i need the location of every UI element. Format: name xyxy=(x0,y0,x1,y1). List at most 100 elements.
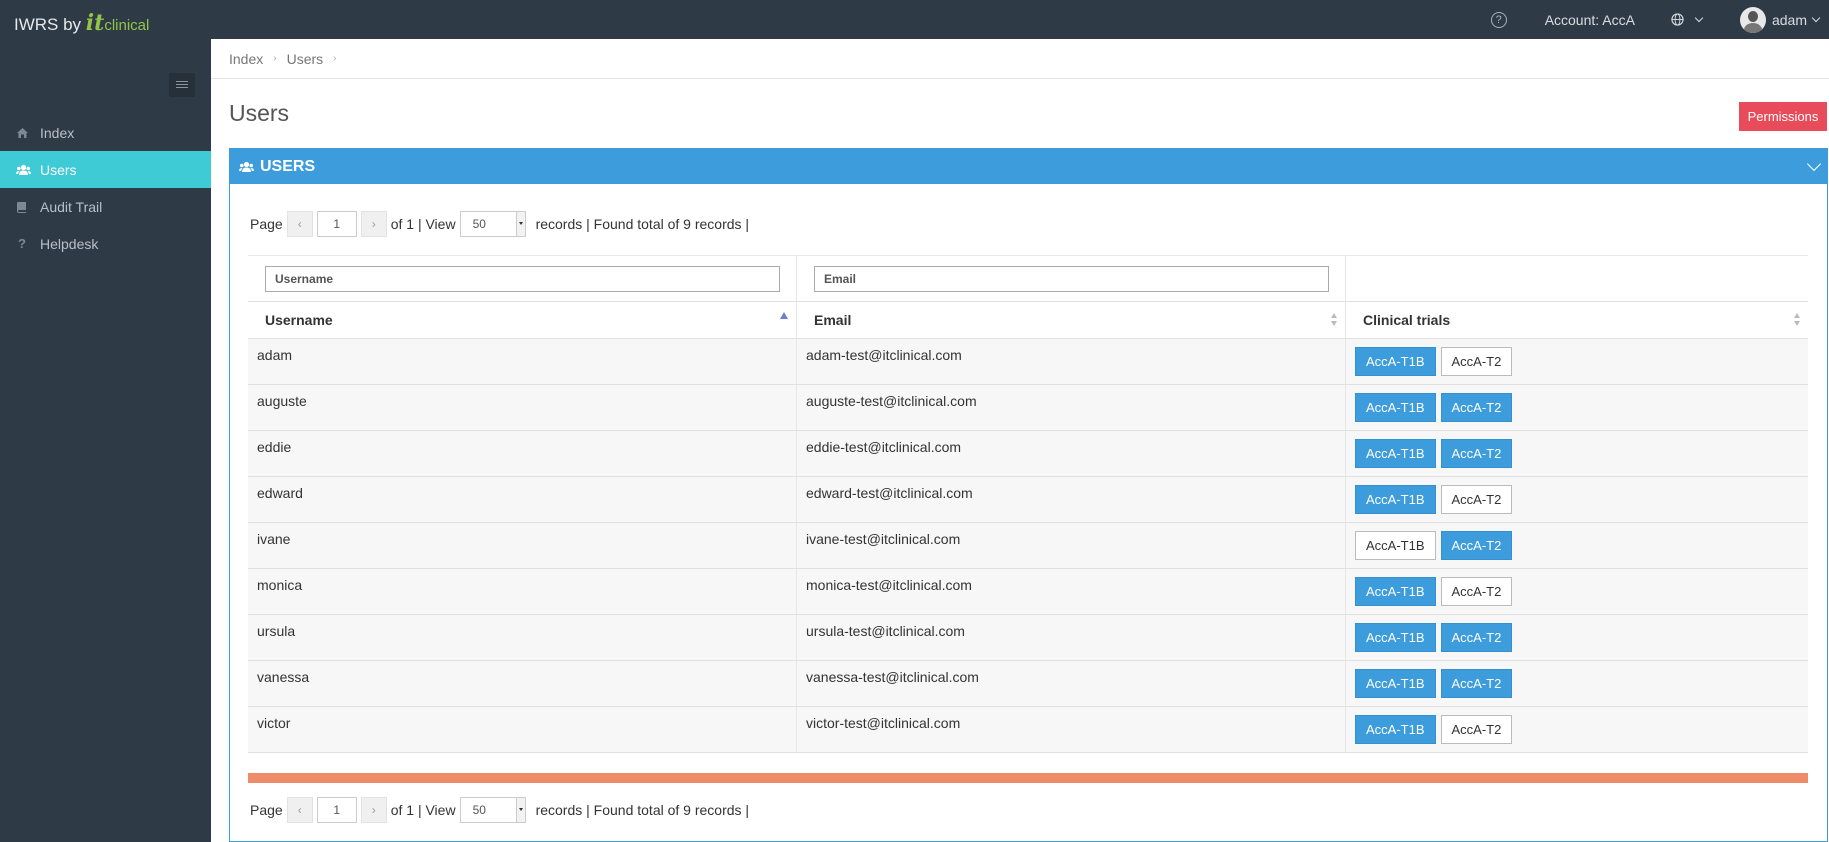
table-row: ivane ivane-test@itclinical.com AccA-T1B Ac… xyxy=(248,523,1808,569)
email-cell: ursula-test@itclinical.com xyxy=(797,615,1346,660)
pager-bottom: Page ‹ 1 › of 1 | View 50 records | Foun… xyxy=(248,797,751,823)
trial-toggle-t2[interactable]: AccA-T2 xyxy=(1440,485,1513,514)
globe-icon xyxy=(1671,13,1684,26)
page-size-select[interactable]: 50 xyxy=(459,797,526,823)
trial-toggle-t2[interactable]: AccA-T2 xyxy=(1440,715,1513,744)
trial-toggle-t1b[interactable]: AccA-T1B xyxy=(1355,715,1436,744)
sidebar-item-label: Users xyxy=(40,161,77,178)
trial-toggle-t2[interactable]: AccA-T2 xyxy=(1440,577,1513,606)
username-cell: adam xyxy=(248,339,797,384)
trials-cell: AccA-T1B AccA-T2 xyxy=(1346,707,1808,752)
username-cell: ursula xyxy=(248,615,797,660)
table-row: auguste auguste-test@itclinical.com AccA-T… xyxy=(248,385,1808,431)
panel-header: USERS xyxy=(230,149,1827,184)
trial-toggle-t2[interactable]: AccA-T2 xyxy=(1440,439,1513,468)
email-cell: adam-test@itclinical.com xyxy=(797,339,1346,384)
trial-toggle-t1b[interactable]: AccA-T1B xyxy=(1355,531,1436,560)
username-cell: eddie xyxy=(248,431,797,476)
trial-toggle-t1b[interactable]: AccA-T1B xyxy=(1355,623,1436,652)
panel-title: USERS xyxy=(260,157,316,175)
users-table: Username Email Username Email Clinical t… xyxy=(248,255,1808,753)
username-cell: victor xyxy=(248,707,797,752)
dropdown-arrow-icon xyxy=(515,212,525,236)
trial-toggle-t1b[interactable]: AccA-T1B xyxy=(1355,347,1436,376)
prev-page-button[interactable]: ‹ xyxy=(286,211,313,237)
collapse-icon[interactable] xyxy=(1806,156,1822,172)
trials-cell: AccA-T1B AccA-T2 xyxy=(1346,431,1808,476)
breadcrumb-users[interactable]: Users xyxy=(287,51,324,67)
breadcrumb-separator: › xyxy=(273,53,277,64)
page-size-select[interactable]: 50 xyxy=(459,211,526,237)
trials-cell: AccA-T1B AccA-T2 xyxy=(1346,615,1808,660)
sort-asc-icon xyxy=(780,312,788,319)
prev-page-button[interactable]: ‹ xyxy=(286,797,313,823)
permissions-button[interactable]: Permissions xyxy=(1739,102,1827,131)
username-cell: edward xyxy=(248,477,797,522)
username-cell: monica xyxy=(248,569,797,614)
table-row: victor victor-test@itclinical.com AccA-T1B… xyxy=(248,707,1808,753)
table-row: adam adam-test@itclinical.com AccA-T1B AccA… xyxy=(248,339,1808,385)
breadcrumb-index[interactable]: Index xyxy=(229,51,263,67)
email-cell: edward-test@itclinical.com xyxy=(797,477,1346,522)
sort-icon xyxy=(1794,313,1802,327)
user-menu[interactable]: adam xyxy=(1739,6,1821,33)
table-row: ursula ursula-test@itclinical.com AccA-T1B… xyxy=(248,615,1808,661)
trial-toggle-t2[interactable]: AccA-T2 xyxy=(1440,623,1513,652)
sidebar-item-index[interactable]: Index xyxy=(0,114,211,151)
page-number-input[interactable]: 1 xyxy=(316,797,357,823)
trial-toggle-t1b[interactable]: AccA-T1B xyxy=(1355,485,1436,514)
menu-toggle-button[interactable] xyxy=(169,73,195,97)
records-summary: records | Found total of 9 records | xyxy=(535,802,750,818)
sort-icon xyxy=(1331,313,1339,327)
pager-of-text: of 1 | View xyxy=(390,216,456,232)
email-cell: monica-test@itclinical.com xyxy=(797,569,1346,614)
sidebar-item-users[interactable]: Users xyxy=(0,151,211,188)
email-cell: vanessa-test@itclinical.com xyxy=(797,661,1346,706)
brand-text: IWRS by xyxy=(14,15,82,34)
username-filter-input[interactable]: Username xyxy=(265,266,780,292)
dropdown-arrow-icon xyxy=(515,798,525,822)
account-label[interactable]: Account: AccA xyxy=(1545,12,1635,28)
sidebar-item-helpdesk[interactable]: ? Helpdesk xyxy=(0,225,211,262)
page-number-input[interactable]: 1 xyxy=(316,211,357,237)
column-header-label: Clinical trials xyxy=(1363,312,1451,328)
brand-logo[interactable]: IWRS by itclinical xyxy=(14,0,149,39)
top-navbar: IWRS by itclinical ? Account: AccA adam xyxy=(0,0,1829,39)
trial-toggle-t2[interactable]: AccA-T2 xyxy=(1440,347,1513,376)
trial-toggle-t1b[interactable]: AccA-T1B xyxy=(1355,577,1436,606)
sidebar-item-label: Audit Trail xyxy=(40,198,103,215)
column-header-clinical-trials[interactable]: Clinical trials xyxy=(1346,302,1808,338)
column-header-username[interactable]: Username xyxy=(248,302,797,338)
trial-toggle-t2[interactable]: AccA-T2 xyxy=(1440,669,1513,698)
help-icon[interactable]: ? xyxy=(1490,11,1507,28)
trial-toggle-t1b[interactable]: AccA-T1B xyxy=(1355,669,1436,698)
next-page-button[interactable]: › xyxy=(360,211,387,237)
trial-toggle-t2[interactable]: AccA-T2 xyxy=(1440,531,1513,560)
question-icon: ? xyxy=(18,236,26,251)
trials-cell: AccA-T1B AccA-T2 xyxy=(1346,569,1808,614)
avatar xyxy=(1739,6,1766,33)
records-summary: records | Found total of 9 records | xyxy=(535,216,750,232)
page-size-value: 50 xyxy=(472,217,486,231)
trial-toggle-t1b[interactable]: AccA-T1B xyxy=(1355,393,1436,422)
language-dropdown[interactable] xyxy=(1671,13,1704,26)
sidebar-item-audit-trail[interactable]: Audit Trail xyxy=(0,188,211,225)
email-cell: auguste-test@itclinical.com xyxy=(797,385,1346,430)
trials-cell: AccA-T1B AccA-T2 xyxy=(1346,661,1808,706)
username-cell: vanessa xyxy=(248,661,797,706)
trial-toggle-t1b[interactable]: AccA-T1B xyxy=(1355,439,1436,468)
users-panel: USERS Page ‹ 1 › of 1 | View 50 records … xyxy=(229,148,1828,842)
header-row: Username Email Clinical trials xyxy=(248,302,1808,339)
username-cell: auguste xyxy=(248,385,797,430)
email-filter-input[interactable]: Email xyxy=(814,266,1329,292)
email-cell: eddie-test@itclinical.com xyxy=(797,431,1346,476)
trial-toggle-t2[interactable]: AccA-T2 xyxy=(1440,393,1513,422)
pager-of-text: of 1 | View xyxy=(390,802,456,818)
users-icon xyxy=(16,164,40,176)
column-header-email[interactable]: Email xyxy=(797,302,1346,338)
sidebar-item-label: Helpdesk xyxy=(40,235,99,252)
table-row: vanessa vanessa-test@itclinical.com AccA-T… xyxy=(248,661,1808,707)
breadcrumb-separator: › xyxy=(333,53,337,64)
user-name: adam xyxy=(1771,11,1807,28)
next-page-button[interactable]: › xyxy=(360,797,387,823)
